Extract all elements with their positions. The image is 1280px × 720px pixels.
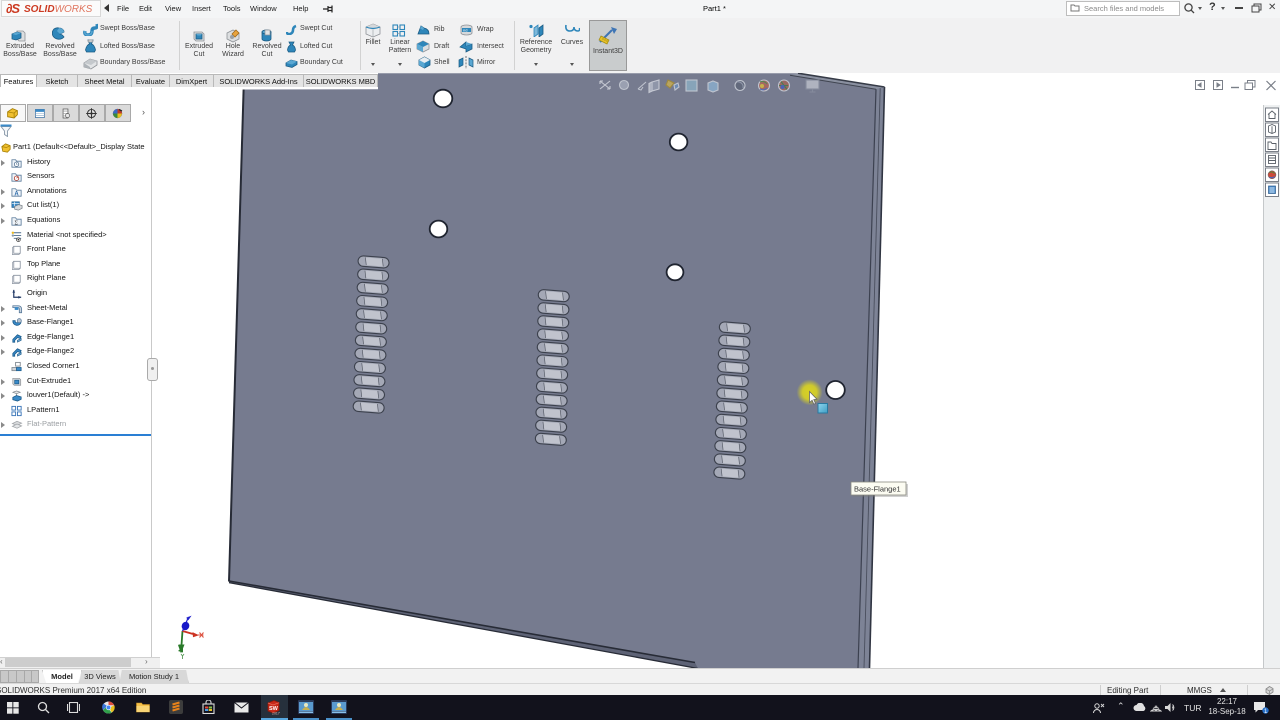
svg-text:nd: nd (463, 28, 467, 33)
svg-text:2017: 2017 (272, 712, 280, 716)
svg-text:Base-Flange1: Base-Flange1 (854, 485, 901, 494)
svg-text:Σ: Σ (15, 221, 19, 227)
svg-text:A: A (14, 191, 19, 197)
